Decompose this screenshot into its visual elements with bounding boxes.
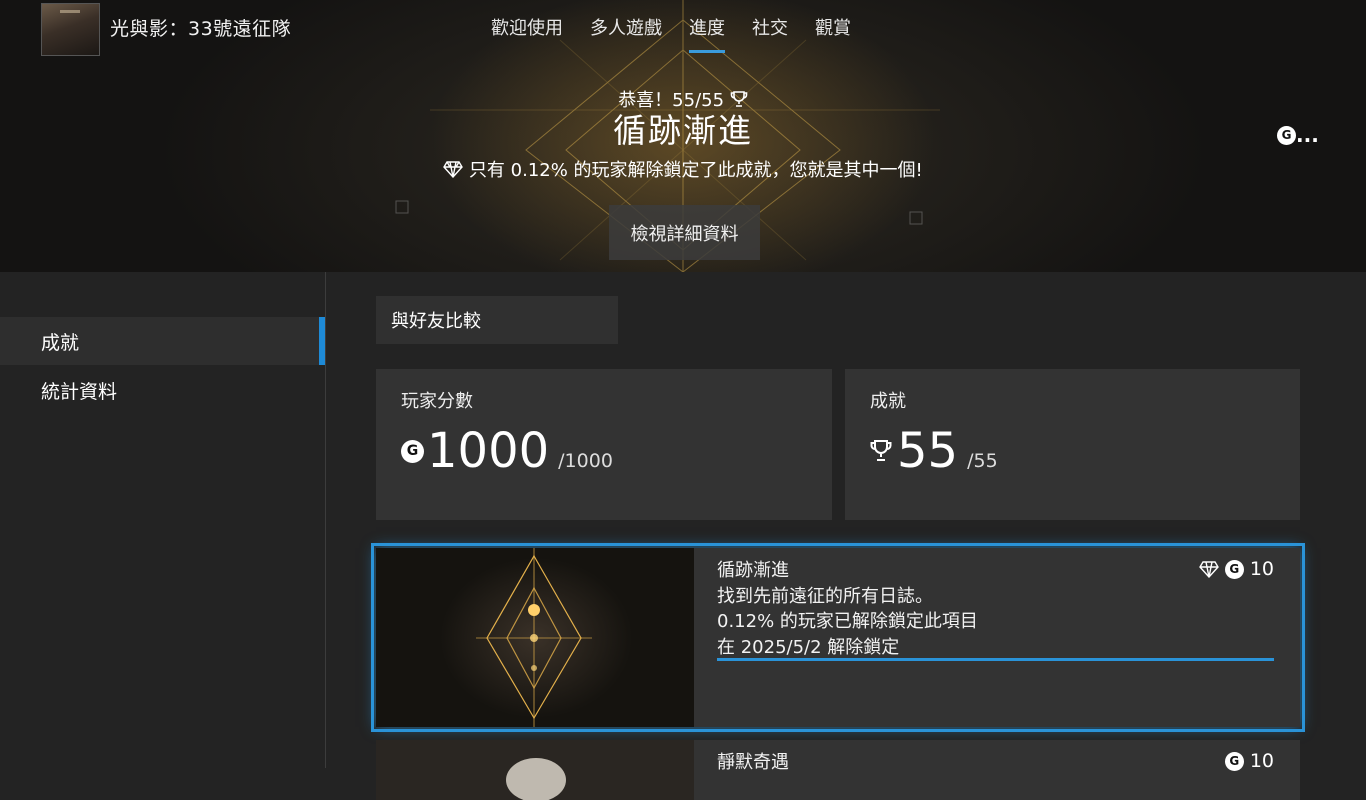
sidebar-item-statistics[interactable]: 統計資料: [0, 366, 325, 414]
achievement-score-value: 10: [1249, 558, 1274, 580]
achievement-image: [376, 548, 694, 727]
achievement-score: G 10: [1224, 750, 1274, 772]
gamerscore-icon: G: [1277, 125, 1296, 145]
diamond-icon: [1198, 560, 1219, 578]
compare-friends-button[interactable]: 與好友比較: [376, 296, 618, 344]
gamerscore-total: /1000: [558, 450, 613, 472]
achievement-text: 靜默奇遇: [717, 750, 789, 776]
achievement-image: [376, 740, 694, 800]
sidebar: 成就 統計資料: [0, 272, 326, 768]
achievement-score: G 10: [1198, 558, 1274, 580]
corner-score-ellipsis: ...: [1296, 123, 1319, 147]
achievement-description: 找到先前遠征的所有日誌。: [717, 585, 933, 607]
nav-watch[interactable]: 觀賞: [815, 14, 851, 40]
sidebar-item-achievements[interactable]: 成就: [0, 317, 325, 365]
achievement-title: 循跡漸進: [717, 560, 789, 581]
achievements-value: 55 /55: [870, 423, 998, 479]
achievement-text: 循跡漸進 找到先前遠征的所有日誌。 0.12% 的玩家已解除鎖定此項目 在 20…: [717, 558, 978, 660]
view-details-button[interactable]: 檢視詳細資料: [609, 205, 760, 260]
game-thumbnail[interactable]: [41, 3, 100, 56]
gamerscore-value: G 1000 /1000: [401, 423, 613, 479]
achievements-total: /55: [967, 450, 998, 472]
hero-banner: 光與影：33號遠征隊 歡迎使用 多人遊戲 進度 社交 觀賞 恭喜！55/55 循…: [0, 0, 1366, 272]
achievement-unlock-date: 在 2025/5/2 解除鎖定: [717, 636, 900, 658]
achievement-card[interactable]: 靜默奇遇 G 10: [376, 740, 1300, 800]
achievement-progress-bar: [717, 658, 1274, 661]
rarity-line: 只有 0.12% 的玩家解除鎖定了此成就，您就是其中一個!: [0, 156, 1366, 182]
gamerscore-label: 玩家分數: [401, 391, 473, 412]
gamerscore-current: 1000: [427, 423, 550, 479]
achievement-score-value: 10: [1249, 750, 1274, 772]
gamerscore-icon: G: [401, 439, 424, 463]
nav-social[interactable]: 社交: [752, 14, 788, 40]
achievement-art: [476, 548, 592, 727]
achievements-card: 成就 55 /55: [845, 369, 1300, 520]
achievement-card[interactable]: 循跡漸進 找到先前遠征的所有日誌。 0.12% 的玩家已解除鎖定此項目 在 20…: [371, 543, 1305, 732]
achievement-name: 循跡漸進: [613, 111, 753, 150]
achievement-title: 靜默奇遇: [717, 752, 789, 773]
gamerscore-icon: G: [1224, 559, 1244, 579]
nav-multiplayer[interactable]: 多人遊戲: [590, 14, 662, 40]
achievements-label: 成就: [870, 391, 906, 412]
top-nav: 歡迎使用 多人遊戲 進度 社交 觀賞: [491, 14, 851, 53]
nav-progress[interactable]: 進度: [689, 14, 725, 53]
achievement-art: [506, 758, 566, 800]
diamond-icon: [443, 161, 464, 179]
nav-welcome[interactable]: 歡迎使用: [491, 14, 563, 40]
trophy-icon: [870, 440, 892, 461]
achievement-rarity: 0.12% 的玩家已解除鎖定此項目: [717, 611, 978, 632]
rarity-text: 只有 0.12% 的玩家解除鎖定了此成就，您就是其中一個!: [468, 160, 923, 181]
gamerscore-card: 玩家分數 G 1000 /1000: [376, 369, 832, 520]
corner-gamerscore: G ...: [1277, 123, 1319, 147]
game-title: 光與影：33號遠征隊: [110, 18, 292, 40]
achievements-current: 55: [897, 423, 959, 479]
